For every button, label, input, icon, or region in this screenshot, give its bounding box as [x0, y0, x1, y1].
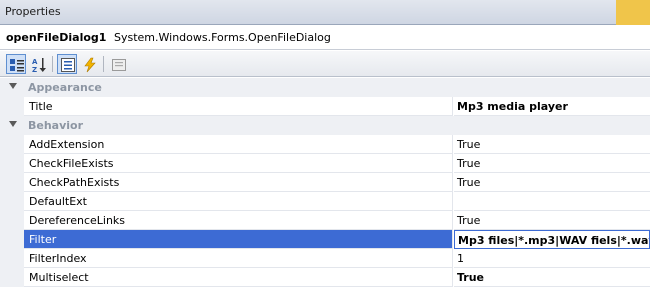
toolbar-separator	[52, 56, 53, 72]
property-row-filter[interactable]: Filter Mp3 files|*.mp3|WAV fiels|*.wav	[0, 230, 650, 249]
property-value[interactable]	[454, 192, 650, 211]
alphabetical-button[interactable]: A Z	[28, 54, 48, 74]
toolbar-separator	[103, 56, 104, 72]
property-name[interactable]: DefaultExt	[24, 192, 453, 211]
property-row-checkpathexists[interactable]: CheckPathExists True	[0, 173, 650, 192]
property-value[interactable]: True	[454, 135, 650, 154]
property-row-title[interactable]: Title Mp3 media player	[0, 97, 650, 116]
property-name[interactable]: CheckPathExists	[24, 173, 453, 192]
events-button[interactable]	[79, 54, 99, 74]
row-gutter	[0, 211, 24, 230]
property-value[interactable]: Mp3 media player	[454, 97, 650, 116]
property-name[interactable]: FilterIndex	[24, 249, 453, 268]
categorized-button[interactable]	[6, 54, 26, 74]
row-gutter	[0, 97, 24, 116]
object-name: openFileDialog1	[6, 31, 107, 44]
row-gutter	[0, 154, 24, 173]
property-pages-icon	[112, 59, 126, 71]
property-row-addextension[interactable]: AddExtension True	[0, 135, 650, 154]
category-label: Appearance	[28, 81, 102, 94]
row-gutter	[0, 268, 24, 287]
row-gutter	[0, 249, 24, 268]
property-value[interactable]: True	[454, 154, 650, 173]
alphabetical-sort-icon: A Z	[32, 58, 46, 73]
property-value[interactable]: True	[454, 173, 650, 192]
property-name[interactable]: Filter	[24, 230, 453, 249]
titlebar-accent	[616, 0, 650, 25]
property-name[interactable]: AddExtension	[24, 135, 453, 154]
object-type: System.Windows.Forms.OpenFileDialog	[114, 31, 331, 44]
property-value[interactable]: Mp3 files|*.mp3|WAV fiels|*.wav	[458, 234, 649, 247]
property-value-editor[interactable]: Mp3 files|*.mp3|WAV fiels|*.wav	[454, 230, 650, 249]
property-name[interactable]: DereferenceLinks	[24, 211, 453, 230]
property-name[interactable]: Multiselect	[24, 268, 453, 287]
property-value[interactable]: True	[454, 211, 650, 230]
properties-titlebar: Properties	[0, 0, 650, 25]
property-row-checkfileexists[interactable]: CheckFileExists True	[0, 154, 650, 173]
properties-button[interactable]	[57, 54, 77, 74]
row-gutter	[0, 230, 24, 249]
property-grid: Appearance Title Mp3 media player Behavi…	[0, 78, 650, 291]
properties-toolbar: A Z	[0, 51, 650, 77]
collapse-toggle-icon[interactable]	[9, 121, 17, 127]
properties-icon	[61, 58, 75, 72]
property-pages-button[interactable]	[108, 54, 128, 74]
property-name[interactable]: CheckFileExists	[24, 154, 453, 173]
row-gutter	[0, 192, 24, 211]
category-appearance[interactable]: Appearance	[0, 78, 650, 97]
svg-text:Z: Z	[32, 66, 37, 73]
row-gutter	[0, 135, 24, 154]
property-row-defaultext[interactable]: DefaultExt	[0, 192, 650, 211]
category-label: Behavior	[28, 119, 84, 132]
window-title: Properties	[5, 5, 61, 18]
categorized-icon	[10, 59, 24, 72]
events-lightning-icon	[84, 57, 96, 73]
category-behavior[interactable]: Behavior	[0, 116, 650, 135]
row-gutter	[0, 173, 24, 192]
svg-text:A: A	[32, 58, 38, 66]
property-row-filterindex[interactable]: FilterIndex 1	[0, 249, 650, 268]
collapse-toggle-icon[interactable]	[9, 83, 17, 89]
property-row-dereferencelinks[interactable]: DereferenceLinks True	[0, 211, 650, 230]
property-value[interactable]: True	[454, 268, 650, 287]
property-row-multiselect[interactable]: Multiselect True	[0, 268, 650, 287]
property-name[interactable]: Title	[24, 97, 453, 116]
object-selector[interactable]: openFileDialog1 System.Windows.Forms.Ope…	[0, 26, 650, 50]
property-value[interactable]: 1	[454, 249, 650, 268]
